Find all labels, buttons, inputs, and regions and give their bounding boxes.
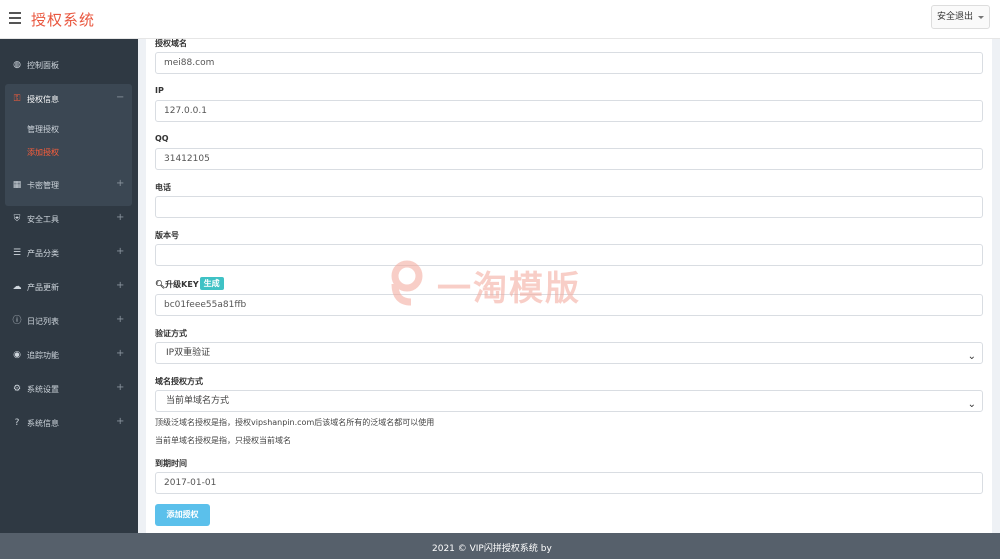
generate-key-button[interactable]: 生成 [199,277,224,290]
expand-icon: + [116,314,125,325]
footer: 2021 © VIP闪拼授权系统 by [0,533,1000,559]
help-text-wildcard: 顶级泛域名授权是指，授权vipshanpin.com后该域名所有的泛域名都可以使… [155,418,435,427]
question-icon: ? [14,418,20,428]
qq-input[interactable] [155,148,983,170]
ip-input[interactable] [155,100,983,122]
sidebar-item-label: 卡密管理 [27,181,59,190]
sidebar-item-system-settings[interactable]: ⚙ 系统设置 + [0,376,138,402]
ip-label: IP [155,86,164,95]
sidebar-item-security-tools[interactable]: ⛨ 安全工具 + [0,206,138,232]
sidebar-item-card-management[interactable]: ▦ 卡密管理 + [0,172,138,198]
sidebar-item-label: 追踪功能 [27,351,59,360]
expand-icon: + [116,382,125,393]
sidebar-subitem-add-license[interactable]: 添加授权 [27,147,59,158]
phone-label: 电话 [155,183,171,192]
sidebar-item-label: 系统信息 [27,419,59,428]
shield-icon: ⛨ [13,214,21,224]
menu-toggle-icon[interactable] [9,12,21,24]
upgrade-key-label: 升级KEY [165,280,199,289]
help-text-single: 当前单域名授权是指，只授权当前域名 [155,436,291,445]
top-bar: 授权系统 安全退出 [0,0,1000,39]
sidebar-subitem-manage-license[interactable]: 管理授权 [27,124,59,135]
expand-icon: + [116,178,125,189]
sidebar-item-label: 系统设置 [27,385,59,394]
footer-text: 2021 © VIP闪拼授权系统 by [432,544,552,554]
sidebar-item-product-category[interactable]: ☰ 产品分类 + [0,240,138,266]
sidebar-item-dashboard[interactable]: ◍ 控制面板 [0,52,138,78]
chevron-down-icon: ⌄ [967,399,976,410]
sidebar-item-license-info[interactable]: ⚿ 授权信息 − [0,86,138,112]
expand-icon: + [116,280,125,291]
list-icon: ☰ [12,248,22,258]
logout-label: 安全退出 [936,12,973,22]
sidebar-item-label: 安全工具 [27,215,59,224]
gears-icon: ⚙ [12,384,22,394]
version-label: 版本号 [155,231,179,240]
domain-input[interactable] [155,52,983,74]
upgrade-key-label-row: 🔍︎升级KEY 生成 [155,277,224,290]
expand-icon: + [116,212,125,223]
logout-dropdown[interactable]: 安全退出 [930,5,990,29]
sidebar-item-label: 产品分类 [27,249,59,258]
expand-icon: + [116,416,125,427]
caret-down-icon [978,16,984,19]
sidebar: ◍ 控制面板 ⚿ 授权信息 − 管理授权 添加授权 ▦ 卡密管理 + ⛨ 安全工… [0,39,138,533]
sidebar-item-tracking[interactable]: ◉ 追踪功能 + [0,342,138,368]
expire-label: 到期时间 [155,459,187,468]
verify-method-value: IP双重验证 [166,348,211,358]
sidebar-item-label: 控制面板 [27,61,59,70]
version-input[interactable] [155,244,983,266]
domain-mode-value: 当前单域名方式 [166,396,230,406]
sidebar-item-label: 产品更新 [27,283,59,292]
chevron-down-icon: ⌄ [967,351,976,362]
domain-label: 授权域名 [155,39,187,48]
sidebar-item-label: 授权信息 [27,95,59,104]
verify-method-select[interactable]: IP双重验证 ⌄ [155,342,983,364]
dashboard-icon: ◍ [13,60,21,70]
expire-input[interactable] [155,472,983,494]
cloud-upload-icon: ☁ [12,282,22,292]
domain-mode-label: 域名授权方式 [155,377,203,386]
info-icon: ⓘ [12,316,22,326]
domain-mode-select[interactable]: 当前单域名方式 ⌄ [155,390,983,412]
phone-input[interactable] [155,196,983,218]
sidebar-item-system-info[interactable]: ? 系统信息 + [0,410,138,436]
app-title: 授权系统 [31,11,96,29]
upgrade-key-input[interactable] [155,294,983,316]
sidebar-item-product-update[interactable]: ☁ 产品更新 + [0,274,138,300]
dot-circle-icon: ◉ [13,350,21,360]
sidebar-item-log-list[interactable]: ⓘ 日记列表 + [0,308,138,334]
qrcode-icon: ▦ [12,180,22,190]
qq-label: QQ [155,134,169,143]
verify-method-label: 验证方式 [155,329,187,338]
expand-icon: + [116,348,125,359]
add-license-button[interactable]: 添加授权 [155,504,210,526]
key-icon: ⚿ [13,94,21,104]
sidebar-item-label: 日记列表 [27,317,59,326]
expand-icon: + [116,246,125,257]
search-icon: 🔍︎ [155,280,166,289]
collapse-icon: − [116,92,125,103]
